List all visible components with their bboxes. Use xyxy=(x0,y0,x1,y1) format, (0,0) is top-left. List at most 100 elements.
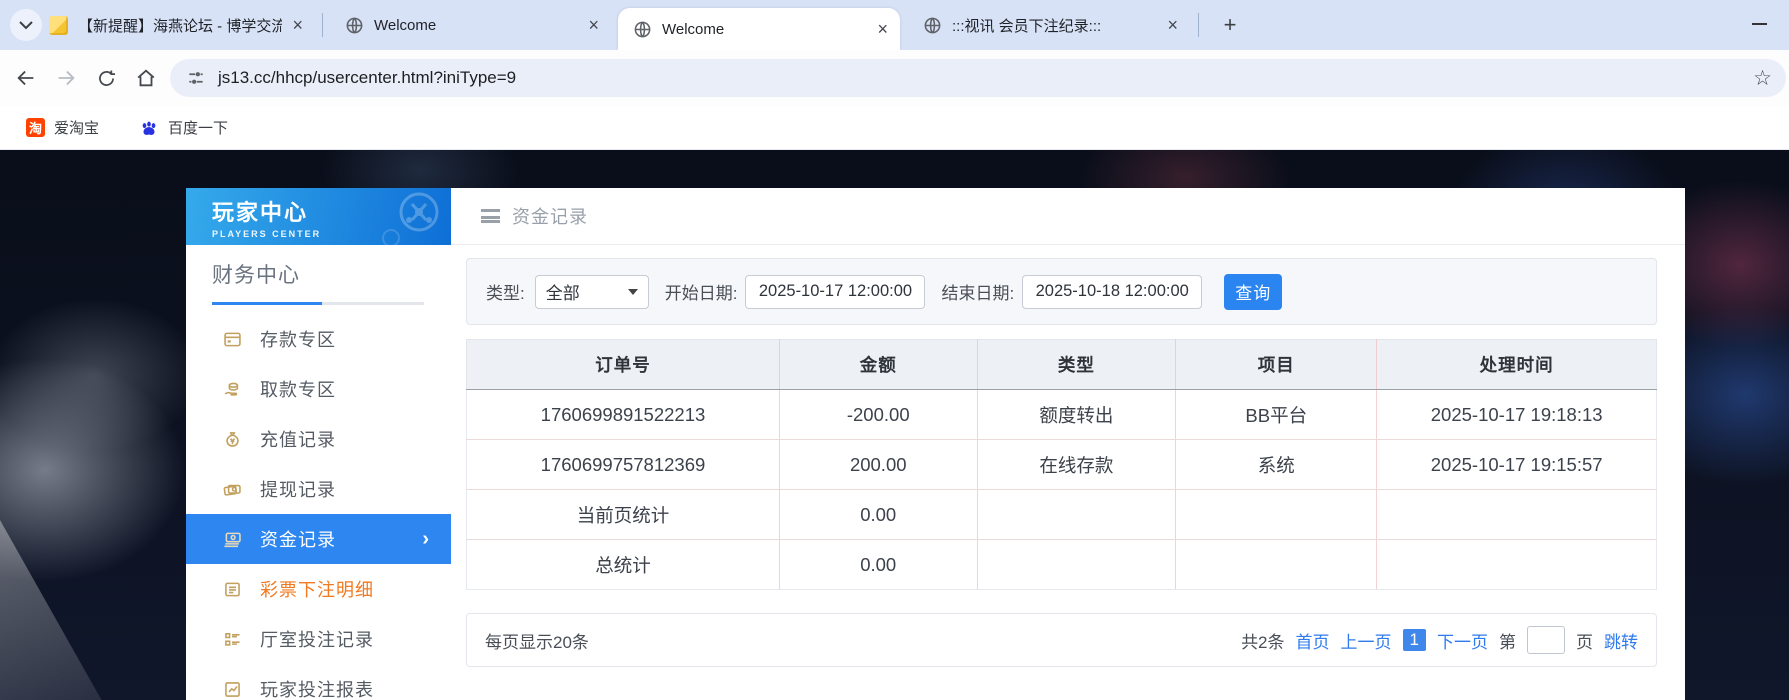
close-icon[interactable]: × xyxy=(588,16,599,34)
filter-bar: 类型: 全部 开始日期: 结束日期: 查询 xyxy=(466,258,1657,325)
page-title: 资金记录 xyxy=(512,207,588,227)
browser-toolbar: js13.cc/hhcp/usercenter.html?iniType=9 ☆ xyxy=(0,50,1789,106)
recharge-icon xyxy=(226,431,239,447)
chevron-down-icon xyxy=(627,288,638,295)
back-arrow-icon xyxy=(17,70,34,86)
new-tab-button[interactable]: + xyxy=(1216,11,1244,39)
tab-forum[interactable]: 【新提醒】海燕论坛 - 博学交流 × xyxy=(34,0,315,50)
sidebar-menu: 存款专区 取款专区 充值记录 提现记录 资金记录 › 彩票下注明细 厅室投注记录… xyxy=(186,314,451,700)
next-page-link[interactable]: 下一页 xyxy=(1437,628,1488,653)
table-cell: 200.00 xyxy=(779,439,978,490)
sidebar-item-player-bet-report[interactable]: 玩家投注报表 xyxy=(186,664,451,700)
table-cell: BB平台 xyxy=(1175,389,1378,440)
funds-icon xyxy=(224,532,241,547)
start-date-label: 开始日期: xyxy=(664,284,738,303)
tab-title: Welcome xyxy=(662,20,725,38)
bookmark-label: 爱淘宝 xyxy=(54,120,100,137)
globe-icon xyxy=(922,15,942,35)
table-cell: 额度转出 xyxy=(977,389,1177,440)
sidebar-item-label: 资金记录 xyxy=(260,530,336,550)
tab-separator xyxy=(1198,13,1199,37)
user-center-panel: 玩家中心 PLAYERS CENTER 财务中心 存款专区 取款专区 充值记录 … xyxy=(186,188,1685,700)
reload-icon xyxy=(98,69,115,86)
table-cell: 2025-10-17 19:18:13 xyxy=(1376,389,1657,440)
table-cell: 2025-10-17 19:15:57 xyxy=(1376,439,1657,490)
forward-button[interactable] xyxy=(52,64,80,92)
lottery-detail-icon xyxy=(225,582,240,596)
current-page-badge[interactable]: 1 xyxy=(1402,629,1426,651)
url-text: js13.cc/hhcp/usercenter.html?iniType=9 xyxy=(218,68,517,87)
table-cell: 0.00 xyxy=(779,489,978,540)
close-icon[interactable]: × xyxy=(1167,16,1178,34)
close-icon[interactable]: × xyxy=(292,16,303,34)
globe-icon xyxy=(344,15,364,35)
sidebar-item-deposit[interactable]: 存款专区 xyxy=(186,314,451,364)
tab-welcome-active[interactable]: Welcome × xyxy=(618,8,900,50)
search-button[interactable]: 查询 xyxy=(1224,273,1283,310)
home-button[interactable] xyxy=(132,64,160,92)
deposit-icon xyxy=(224,332,241,346)
table-cell: -200.00 xyxy=(779,389,978,440)
reload-button[interactable] xyxy=(92,64,120,92)
table-cell: 0.00 xyxy=(779,539,978,590)
table-row-page-total: 当前页统计 0.00 xyxy=(466,489,1657,540)
sidebar-item-lottery-bet-detail[interactable]: 彩票下注明细 xyxy=(186,564,451,614)
table-cell: 1760699757812369 xyxy=(466,439,780,490)
funds-table: 订单号 金额 类型 项目 处理时间 1760699891522213 -200.… xyxy=(466,339,1657,590)
window-minimize-button[interactable] xyxy=(1752,23,1767,25)
bookmark-star-icon[interactable]: ☆ xyxy=(1753,66,1772,91)
tab-title: :::视讯 会员下注纪录::: xyxy=(952,17,1102,35)
sidebar-header: 玩家中心 PLAYERS CENTER xyxy=(186,188,451,245)
sidebar-item-recharge-records[interactable]: 充值记录 xyxy=(186,414,451,464)
sidebar-item-withdraw[interactable]: 取款专区 xyxy=(186,364,451,414)
bookmark-label: 百度一下 xyxy=(168,120,229,137)
table-cell: 在线存款 xyxy=(977,439,1177,490)
background-light-streak xyxy=(0,520,102,700)
sidebar-item-label: 取款专区 xyxy=(260,380,336,400)
table-cell: 1760699891522213 xyxy=(466,389,780,440)
type-select[interactable]: 全部 xyxy=(534,274,649,309)
close-icon[interactable]: × xyxy=(877,20,888,38)
address-bar[interactable]: js13.cc/hhcp/usercenter.html?iniType=9 ☆ xyxy=(170,59,1786,97)
sidebar-item-funds-records[interactable]: 资金记录 › xyxy=(186,514,451,564)
page-background: 玩家中心 PLAYERS CENTER 财务中心 存款专区 取款专区 充值记录 … xyxy=(0,150,1789,700)
taobao-icon: 淘 xyxy=(26,118,45,137)
table-header-cell: 项目 xyxy=(1175,339,1378,390)
first-page-link[interactable]: 首页 xyxy=(1296,628,1330,653)
page-jump-input[interactable] xyxy=(1527,626,1565,654)
type-label: 类型: xyxy=(486,284,525,303)
back-button[interactable] xyxy=(12,64,40,92)
end-date-input[interactable] xyxy=(1022,274,1203,309)
table-cell xyxy=(1175,539,1378,590)
cashout-icon xyxy=(223,484,241,496)
tab-finance-center[interactable]: 财务中心 xyxy=(212,264,300,287)
tab-video-records[interactable]: :::视讯 会员下注纪录::: × xyxy=(908,0,1190,50)
table-cell xyxy=(977,539,1177,590)
tab-welcome-1[interactable]: Welcome × xyxy=(330,0,611,50)
note-yellow-icon xyxy=(48,15,68,35)
jump-link[interactable]: 跳转 xyxy=(1604,628,1638,653)
table-cell: 总统计 xyxy=(466,539,780,590)
browser-window: 【新提醒】海燕论坛 - 博学交流 × Welcome × Welcome × :… xyxy=(0,0,1789,700)
start-date-input[interactable] xyxy=(745,274,926,309)
sidebar-item-label: 提现记录 xyxy=(260,480,336,500)
sidebar-item-hall-bet-records[interactable]: 厅室投注记录 xyxy=(186,614,451,664)
home-icon xyxy=(137,69,155,87)
bookmark-baidu[interactable]: 百度一下 xyxy=(139,117,228,138)
hall-bet-icon xyxy=(225,632,240,646)
total-count-text: 共2条 xyxy=(1241,632,1285,652)
sidebar-item-cashout-records[interactable]: 提现记录 xyxy=(186,464,451,514)
table-cell xyxy=(1376,539,1657,590)
table-header-cell: 金额 xyxy=(779,339,978,390)
sidebar: 玩家中心 PLAYERS CENTER 财务中心 存款专区 取款专区 充值记录 … xyxy=(186,188,451,700)
site-settings-icon[interactable] xyxy=(186,68,206,88)
table-row: 1760699757812369 200.00 在线存款 系统 2025-10-… xyxy=(466,439,1657,490)
table-header-cell: 类型 xyxy=(977,339,1177,390)
tab-strip: 【新提醒】海燕论坛 - 博学交流 × Welcome × Welcome × :… xyxy=(0,0,1789,50)
sidebar-item-label: 玩家投注报表 xyxy=(260,680,374,700)
table-cell xyxy=(1376,489,1657,540)
chevron-down-icon xyxy=(19,20,33,29)
prev-page-link[interactable]: 上一页 xyxy=(1341,628,1392,653)
sidebar-item-label: 充值记录 xyxy=(260,430,336,450)
bookmark-taobao[interactable]: 淘 爱淘宝 xyxy=(26,117,99,138)
